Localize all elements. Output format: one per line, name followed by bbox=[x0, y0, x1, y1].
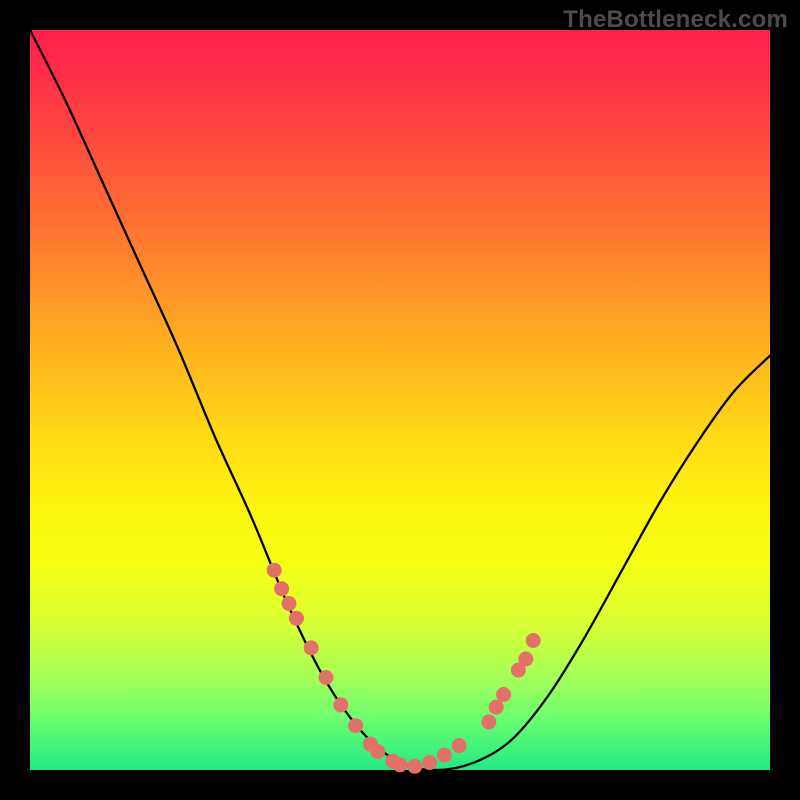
highlight-dot bbox=[526, 633, 541, 648]
plot-area bbox=[30, 30, 770, 770]
highlight-dot bbox=[274, 581, 289, 596]
highlight-dot bbox=[289, 611, 304, 626]
watermark-text: TheBottleneck.com bbox=[563, 6, 788, 34]
bottleneck-curve-svg bbox=[30, 30, 770, 770]
highlight-dot bbox=[267, 563, 282, 578]
highlight-dot bbox=[304, 640, 319, 655]
highlight-dot bbox=[489, 700, 504, 715]
highlight-dot bbox=[481, 714, 496, 729]
highlight-dot bbox=[437, 748, 452, 763]
highlight-dot bbox=[319, 670, 334, 685]
highlight-dot bbox=[452, 738, 467, 753]
highlight-dot bbox=[422, 755, 437, 770]
highlight-dot bbox=[518, 652, 533, 667]
highlight-dots bbox=[267, 563, 541, 774]
highlight-dot bbox=[370, 744, 385, 759]
highlight-dot bbox=[393, 757, 408, 772]
highlight-dot bbox=[407, 759, 422, 774]
chart-frame: TheBottleneck.com bbox=[0, 0, 800, 800]
highlight-dot bbox=[282, 596, 297, 611]
highlight-dot bbox=[333, 697, 348, 712]
bottleneck-curve bbox=[30, 30, 770, 770]
highlight-dot bbox=[496, 687, 511, 702]
highlight-dot bbox=[348, 718, 363, 733]
